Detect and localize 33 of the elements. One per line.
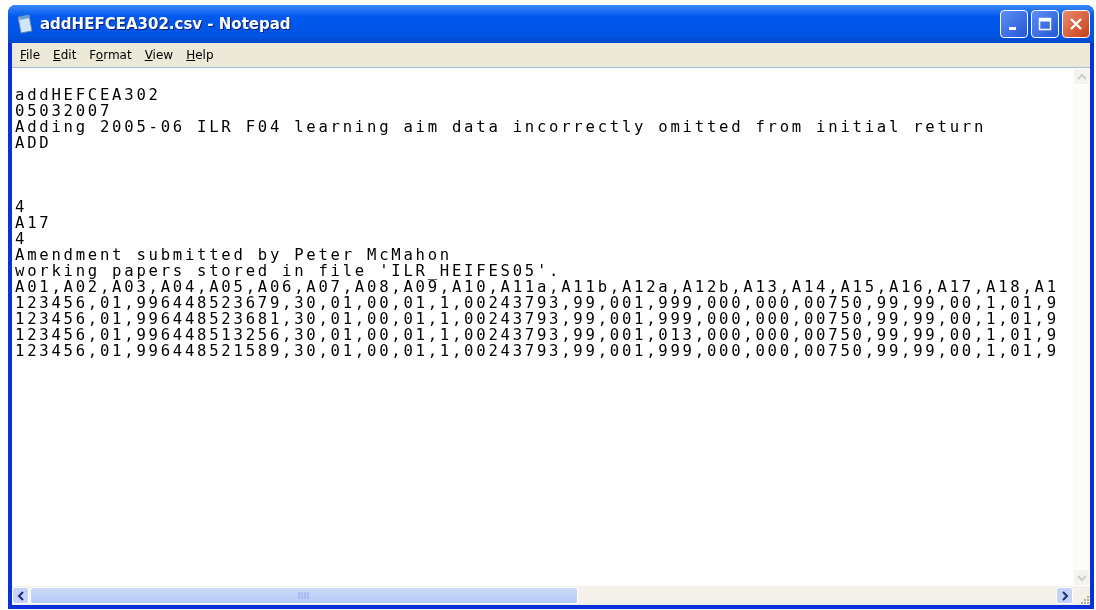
text-line: working papers stored in file 'ILR_HEIFES05'. bbox=[15, 263, 562, 279]
close-button[interactable] bbox=[1062, 10, 1090, 38]
text-line: 05032007 bbox=[15, 103, 113, 119]
text-line: ADD bbox=[15, 135, 52, 151]
scroll-right-button[interactable] bbox=[1056, 587, 1073, 604]
text-line: 4 bbox=[15, 199, 28, 215]
scroll-thumb[interactable] bbox=[30, 587, 578, 604]
menu-item[interactable]: View bbox=[140, 46, 183, 64]
menu-item[interactable]: File bbox=[16, 46, 50, 64]
menu-item[interactable]: Help bbox=[182, 46, 223, 64]
text-line: Adding 2005-06 ILR F04 learning aim data incorrectly omitted from initial return bbox=[15, 119, 987, 135]
maximize-icon bbox=[1038, 17, 1052, 31]
close-icon bbox=[1069, 17, 1083, 31]
scroll-left-button[interactable] bbox=[12, 587, 29, 604]
text-line: 123456,01,996448513256,30,01,00,01,1,00243793,99,001,013,000,000,00750,99,99,00,1,01,9 bbox=[15, 327, 1059, 343]
minimize-icon bbox=[1009, 26, 1016, 30]
text-line: 123456,01,996448521589,30,01,00,01,1,00243793,99,001,999,000,000,00750,99,99,00,1,01,9 bbox=[15, 343, 1059, 359]
text-line: 4 bbox=[15, 231, 28, 247]
maximize-button[interactable] bbox=[1031, 10, 1059, 38]
text-line: A01,A02,A03,A04,A05,A06,A07,A08,A09,A10,A11a,A11b,A12a,A12b,A13,A14,A15,A16,A17,A18,A1 bbox=[15, 279, 1059, 295]
menu-item[interactable]: Format bbox=[85, 46, 141, 64]
resize-grip-icon[interactable] bbox=[1078, 593, 1090, 605]
text-line: 123456,01,996448523679,30,01,00,01,1,00243793,99,001,999,000,000,00750,99,99,00,1,01,9 bbox=[15, 295, 1059, 311]
text-line: A17 bbox=[15, 215, 52, 231]
text-line: Amendment submitted by Peter McMahon bbox=[15, 247, 452, 263]
notepad-icon bbox=[16, 14, 34, 34]
text-line: 123456,01,996448523681,30,01,00,01,1,00243793,99,001,999,000,000,00750,99,99,00,1,01,9 bbox=[15, 311, 1059, 327]
grip-lines-icon bbox=[298, 592, 310, 599]
minimize-button[interactable] bbox=[1000, 10, 1028, 38]
menu-item[interactable]: Edit bbox=[49, 46, 86, 64]
window-title: addHEFCEA302.csv - Notepad bbox=[40, 15, 292, 33]
horizontal-scrollbar[interactable] bbox=[12, 586, 1073, 605]
text-line: addHEFCEA302 bbox=[15, 87, 161, 103]
